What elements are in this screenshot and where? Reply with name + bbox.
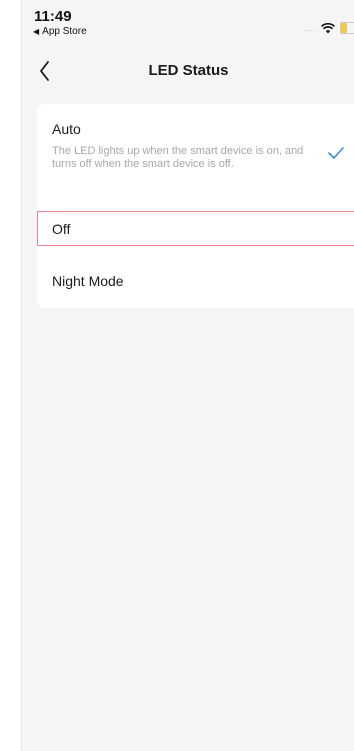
option-auto-description: The LED lights up when the smart device … xyxy=(52,145,304,170)
option-off-label: Off xyxy=(52,221,71,237)
battery-icon xyxy=(340,22,354,34)
option-auto-label: Auto xyxy=(52,121,81,137)
led-status-options: Auto The LED lights up when the smart de… xyxy=(37,104,354,308)
status-time: 11:49 xyxy=(34,8,72,25)
app-screen: 11:49 ◀ App Store .... LED Status Auto T… xyxy=(21,0,354,751)
back-to-app-store-link[interactable]: ◀ App Store xyxy=(33,26,87,37)
option-auto[interactable]: Auto The LED lights up when the smart de… xyxy=(37,104,354,204)
option-night-mode-label: Night Mode xyxy=(52,273,124,289)
wifi-icon xyxy=(321,22,335,34)
status-bar: 11:49 ◀ App Store .... xyxy=(22,0,354,48)
back-app-label: App Store xyxy=(42,26,87,37)
option-off[interactable]: Off xyxy=(37,211,354,246)
status-icons: .... xyxy=(304,22,354,34)
checkmark-icon xyxy=(328,147,344,159)
option-night-mode[interactable]: Night Mode xyxy=(37,264,354,300)
page-title: LED Status xyxy=(148,62,229,79)
signal-icon: .... xyxy=(303,23,316,33)
navigation-bar: LED Status xyxy=(22,52,354,92)
back-triangle-icon: ◀ xyxy=(33,27,40,36)
battery-fill xyxy=(341,23,347,33)
